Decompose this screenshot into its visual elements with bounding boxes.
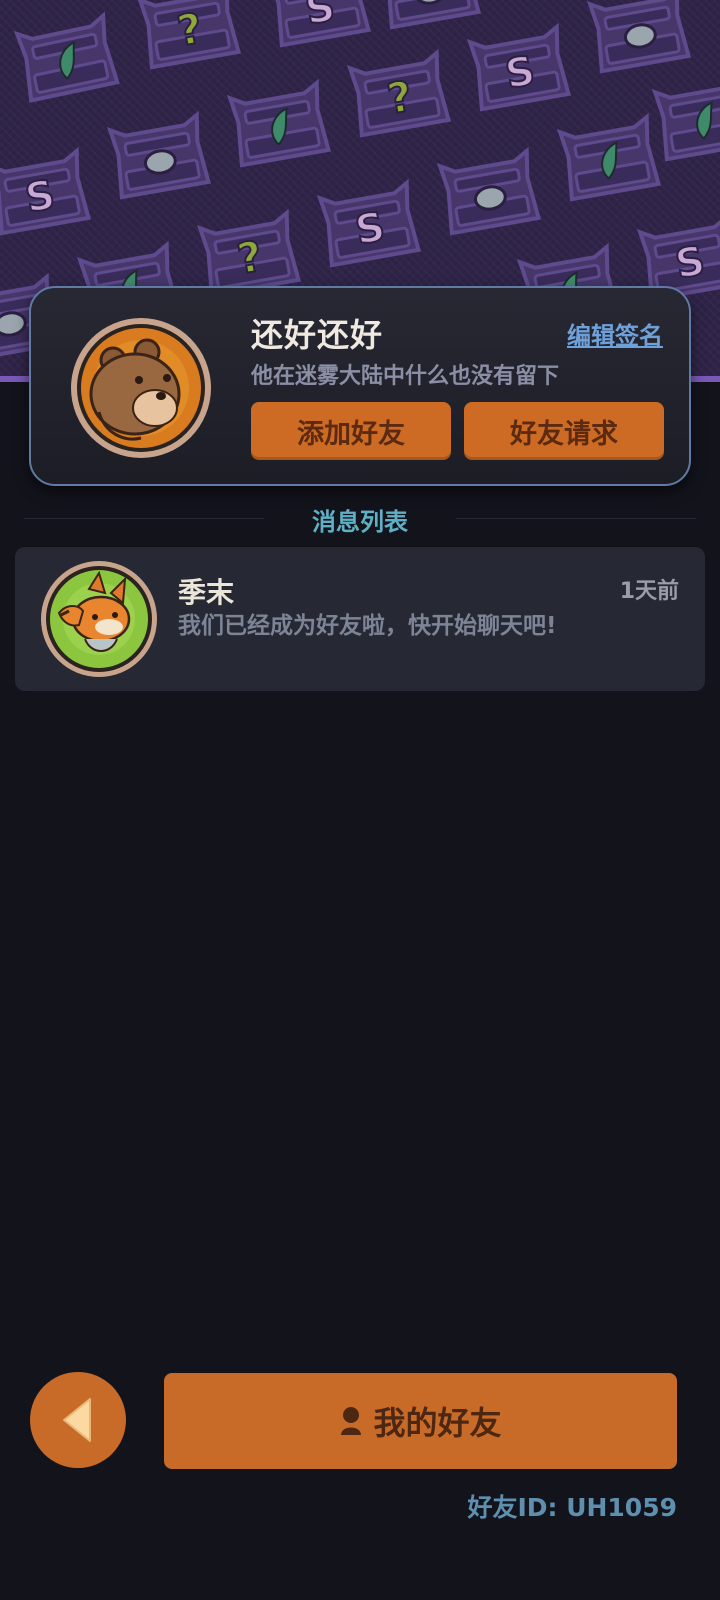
person-icon xyxy=(339,1406,363,1436)
friend-id-label: 好友ID: UH1059 xyxy=(467,1493,677,1522)
friend-request-button[interactable]: 好友请求 xyxy=(464,402,664,460)
back-arrow-icon xyxy=(63,1398,91,1442)
add-friend-button[interactable]: 添加好友 xyxy=(251,402,451,460)
message-list-item[interactable]: 季末 1天前 我们已经成为好友啦，快开始聊天吧! xyxy=(15,547,705,691)
fox-avatar-icon[interactable] xyxy=(39,559,159,679)
back-button[interactable] xyxy=(30,1372,126,1468)
my-friends-label: 我的好友 xyxy=(373,1404,502,1442)
message-timestamp: 1天前 xyxy=(619,579,679,604)
message-preview: 我们已经成为好友啦，快开始聊天吧! xyxy=(178,613,557,639)
message-list-title: 消息列表 xyxy=(312,508,408,536)
message-sender-name: 季末 xyxy=(178,576,235,609)
profile-name: 还好还好 xyxy=(251,316,384,354)
friends-screen: S ? xyxy=(0,0,720,1600)
profile-card: 还好还好 编辑签名 他在迷雾大陆中什么也没有留下 添加好友 好友请求 xyxy=(29,286,691,486)
divider-line xyxy=(456,518,696,519)
my-friends-button[interactable]: 我的好友 xyxy=(164,1373,677,1469)
profile-signature: 他在迷雾大陆中什么也没有留下 xyxy=(251,364,560,389)
bear-avatar-icon[interactable] xyxy=(69,316,213,460)
message-list-header: 消息列表 xyxy=(0,500,720,536)
edit-signature-link[interactable]: 编辑签名 xyxy=(567,316,663,351)
